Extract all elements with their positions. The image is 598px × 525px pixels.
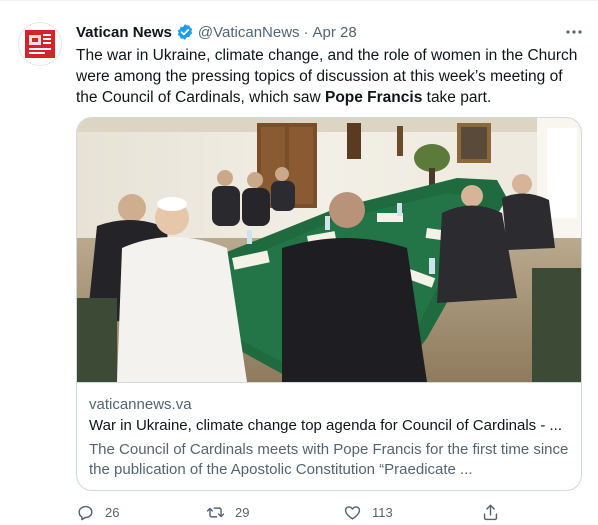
retweet-button[interactable]: 29 — [206, 503, 249, 522]
reply-button[interactable]: 26 — [76, 503, 119, 522]
more-icon[interactable] — [562, 20, 586, 44]
tweet-text: The war in Ukraine, climate change, and … — [76, 45, 586, 108]
reply-count: 26 — [105, 505, 120, 520]
vatican-news-logo — [25, 30, 55, 58]
share-button[interactable] — [481, 503, 500, 522]
author-name[interactable]: Vatican News — [76, 24, 172, 41]
tweet-header: Vatican News @VaticanNews · Apr 28 — [76, 22, 357, 42]
link-card[interactable]: vaticannews.va War in Ukraine, climate c… — [76, 117, 582, 491]
action-bar: 26 29 113 — [76, 503, 576, 525]
author-handle[interactable]: @VaticanNews — [198, 24, 300, 41]
avatar[interactable] — [18, 22, 62, 66]
like-count: 113 — [372, 505, 393, 520]
tweet-mention-pope: Pope Francis — [324, 89, 423, 106]
like-button[interactable]: 113 — [343, 503, 393, 522]
reply-icon — [78, 505, 93, 521]
card-description: The Council of Cardinals meets with Pope… — [89, 441, 569, 478]
card-domain: vaticannews.va — [89, 396, 192, 413]
share-icon — [483, 504, 498, 521]
card-photo — [77, 118, 581, 383]
verified-badge-icon — [177, 24, 193, 40]
like-icon — [344, 506, 361, 520]
tweet-text-part2: take part. — [422, 89, 492, 106]
card-title[interactable]: War in Ukraine, climate change top agend… — [89, 417, 562, 434]
top-divider — [0, 0, 598, 1]
tweet-date[interactable]: Apr 28 — [313, 24, 357, 41]
header-separator: · — [303, 23, 309, 41]
retweet-count: 29 — [235, 505, 250, 520]
retweet-icon — [206, 507, 225, 518]
